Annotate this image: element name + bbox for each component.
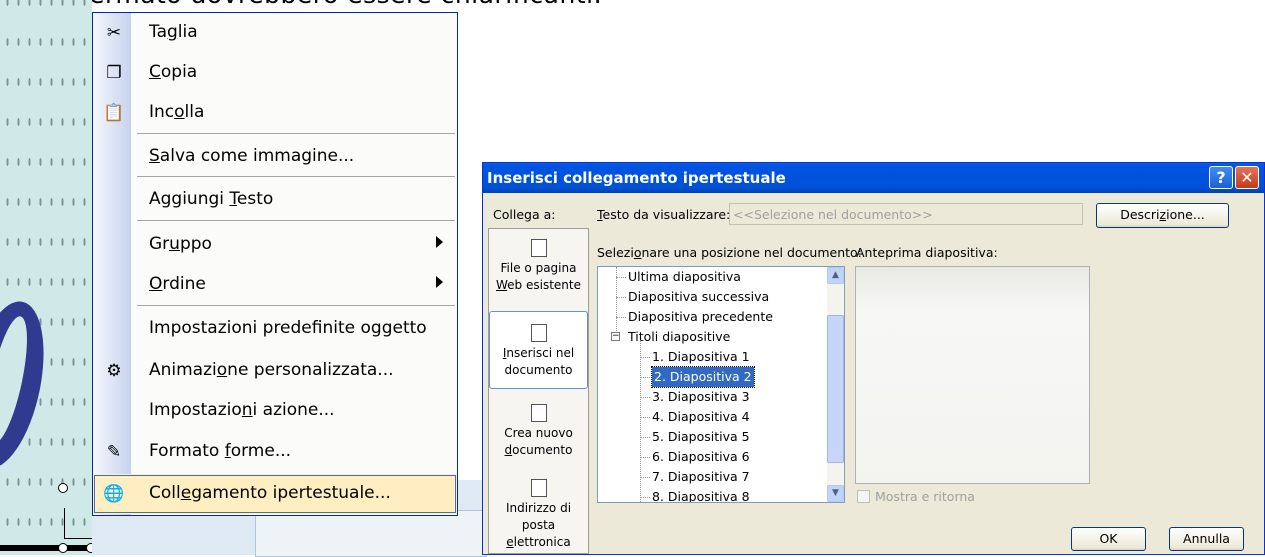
tree-item[interactable]: Diapositiva precedente (628, 307, 773, 327)
menu-item[interactable]: Impostazioni azione... (93, 391, 457, 431)
descrizione-button[interactable]: Descrizione... (1096, 203, 1229, 228)
new-document-icon (530, 404, 547, 422)
tree-line (640, 339, 641, 502)
tree-item[interactable]: Ultima diapositiva (628, 267, 741, 287)
insert-hyperlink-dialog: Inserisci collegamento ipertestuale ? ✕ … (482, 162, 1265, 555)
menu-item-label: Impostazioni azione... (149, 400, 335, 420)
scroll-up-icon[interactable]: ▲ (827, 267, 844, 284)
tree-line (640, 497, 650, 498)
menu-item-label: Impostazioni predefinite oggetto (149, 318, 427, 338)
animation-icon: ⚙ (106, 361, 122, 381)
copy-icon: ❐ (106, 63, 122, 83)
tree-line (640, 357, 650, 358)
email-icon (530, 479, 547, 497)
hyperlink-icon: 🌐 (103, 484, 125, 504)
tree-scrollbar[interactable]: ▲ ▼ (827, 267, 844, 502)
tree-item[interactable]: 5. Diapositiva 5 (652, 427, 750, 447)
annulla-button[interactable]: Annulla (1169, 527, 1244, 551)
selection-handle[interactable] (58, 483, 68, 493)
tree-line (616, 317, 626, 318)
menu-item[interactable]: Salva come immagine... (93, 137, 457, 177)
help-button[interactable]: ? (1209, 166, 1233, 189)
menu-item[interactable]: ⚙ Animazione personalizzata... (93, 351, 457, 391)
tree-line (640, 437, 650, 438)
tree-item[interactable]: 1. Diapositiva 1 (652, 347, 750, 367)
menu-item[interactable]: Gruppo (93, 225, 457, 265)
menu-item[interactable]: 📋 Incolla (93, 93, 457, 133)
menu-item-label: Taglia (149, 22, 198, 42)
paste-icon: 📋 (103, 103, 125, 123)
menu-item[interactable]: ✂ Taglia (93, 13, 457, 53)
menu-separator (137, 176, 455, 177)
collega-label: Collega a: (493, 207, 556, 222)
document-icon (530, 324, 547, 342)
sidebar-item-new-document[interactable]: Crea nuovo documento (489, 404, 588, 459)
format-shape-icon: ✎ (106, 442, 122, 462)
tree-item[interactable]: Titoli diapositive (628, 327, 730, 347)
tree-line (640, 397, 650, 398)
page-caption: schermato dovrebbero essere chiarificant… (45, 0, 602, 9)
web-page-icon (530, 239, 547, 257)
tree-item[interactable]: Diapositiva successiva (628, 287, 769, 307)
scroll-down-icon[interactable]: ▼ (827, 485, 844, 502)
tree-item[interactable]: 3. Diapositiva 3 (652, 387, 750, 407)
context-menu: ✂ Taglia ❐ Copia 📋 Incolla Salva come immagine… (92, 12, 458, 516)
mostra-label: Mostra e ritorna (875, 489, 975, 504)
menu-item-label: Aggiungi Testo (149, 189, 274, 209)
submenu-arrow-icon (436, 236, 443, 248)
menu-item-label: Collegamento ipertestuale... (149, 483, 391, 503)
select-position-label: Selezionare una posizione nel documento: (597, 245, 862, 260)
ok-button[interactable]: OK (1071, 527, 1146, 551)
tree-line (640, 457, 650, 458)
menu-item-label: Animazione personalizzata... (149, 360, 394, 380)
display-text-field[interactable]: <<Selezione nel documento>> (729, 203, 1083, 225)
submenu-arrow-icon (436, 276, 443, 288)
tree-line (640, 477, 650, 478)
menu-item[interactable]: 🌐 Collegamento ipertestuale... (93, 474, 457, 514)
tree-line (616, 277, 626, 278)
slide-placeholder (255, 510, 487, 557)
menu-item[interactable]: Ordine (93, 265, 457, 305)
testo-label: Testo da visualizzare: (597, 207, 731, 222)
preview-label: Anteprima diapositiva: (856, 245, 998, 260)
tree-item[interactable]: 6. Diapositiva 6 (652, 447, 750, 467)
menu-item[interactable]: Aggiungi Testo (93, 180, 457, 220)
tree-item[interactable]: 4. Diapositiva 4 (652, 407, 750, 427)
tree-line (640, 417, 650, 418)
scissors-icon: ✂ (106, 23, 122, 43)
close-button[interactable]: ✕ (1235, 166, 1259, 189)
tree-line (616, 297, 626, 298)
sidebar-item-email-address[interactable]: Indirizzo di posta elettronica (489, 479, 588, 551)
document-position-tree[interactable]: Ultima diapositiva Diapositiva successiva… (597, 266, 845, 503)
menu-item[interactable]: Impostazioni predefinite oggetto (93, 309, 457, 349)
tree-line (640, 377, 650, 378)
selection-handle[interactable] (58, 543, 68, 553)
link-to-sidebar: File o pagina Web esistente Inserisci nel… (488, 228, 589, 554)
collapse-icon[interactable]: − (611, 332, 620, 341)
dialog-titlebar[interactable]: Inserisci collegamento ipertestuale ? ✕ (483, 163, 1264, 193)
tree-item[interactable]: 2. Diapositiva 2 (651, 366, 755, 388)
dialog-title: Inserisci collegamento ipertestuale (487, 169, 786, 187)
menu-item-label: Incolla (149, 102, 205, 122)
scroll-thumb[interactable] (827, 315, 844, 463)
menu-item[interactable]: ✎ Formato forme... (93, 432, 457, 472)
slide-grid (0, 0, 92, 555)
tree-item[interactable]: 8. Diapositiva 8 (652, 487, 750, 502)
sidebar-item-place-in-document[interactable]: Inserisci nel documento (489, 311, 588, 389)
tree-item[interactable]: 7. Diapositiva 7 (652, 467, 750, 487)
menu-item-label: Formato forme... (149, 441, 292, 461)
menu-item[interactable]: ❐ Copia (93, 53, 457, 93)
menu-separator (137, 133, 455, 134)
menu-separator (137, 220, 455, 221)
mostra-checkbox[interactable] (857, 490, 870, 503)
menu-item-label: Ordine (149, 274, 206, 294)
menu-separator (137, 305, 455, 306)
sidebar-item-existing-file[interactable]: File o pagina Web esistente (489, 239, 588, 294)
slide-preview (855, 266, 1090, 484)
menu-item-label: Copia (149, 62, 198, 82)
menu-item-label: Salva come immagine... (149, 146, 355, 166)
menu-item-label: Gruppo (149, 234, 212, 254)
